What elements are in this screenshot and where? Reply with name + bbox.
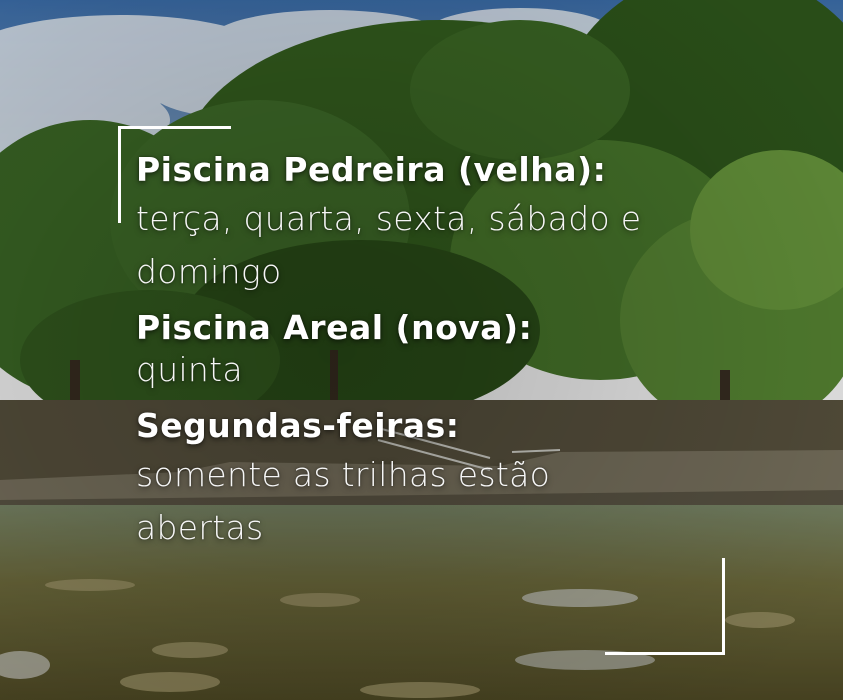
schedule-item-pedreira: Piscina Pedreira (velha): terça, quarta,… xyxy=(136,150,756,296)
heading-pedreira: Piscina Pedreira (velha): xyxy=(136,150,607,189)
schedule-item-segundas: Segundas-feiras: somente as trilhas estã… xyxy=(136,406,756,552)
schedule-text: Piscina Pedreira (velha): terça, quarta,… xyxy=(136,150,756,562)
info-segundas-line2: abertas xyxy=(136,508,264,547)
info-segundas-line1: somente as trilhas estão xyxy=(136,455,551,494)
frame-corner-bottom-right xyxy=(605,558,725,655)
heading-segundas: Segundas-feiras: xyxy=(136,406,460,445)
days-pedreira-line2: domingo xyxy=(136,252,282,291)
days-pedreira-line1: terça, quarta, sexta, sábado e xyxy=(136,199,642,238)
schedule-item-areal: Piscina Areal (nova): quinta xyxy=(136,308,756,392)
heading-areal: Piscina Areal (nova): xyxy=(136,308,533,347)
days-areal: quinta xyxy=(136,350,243,389)
